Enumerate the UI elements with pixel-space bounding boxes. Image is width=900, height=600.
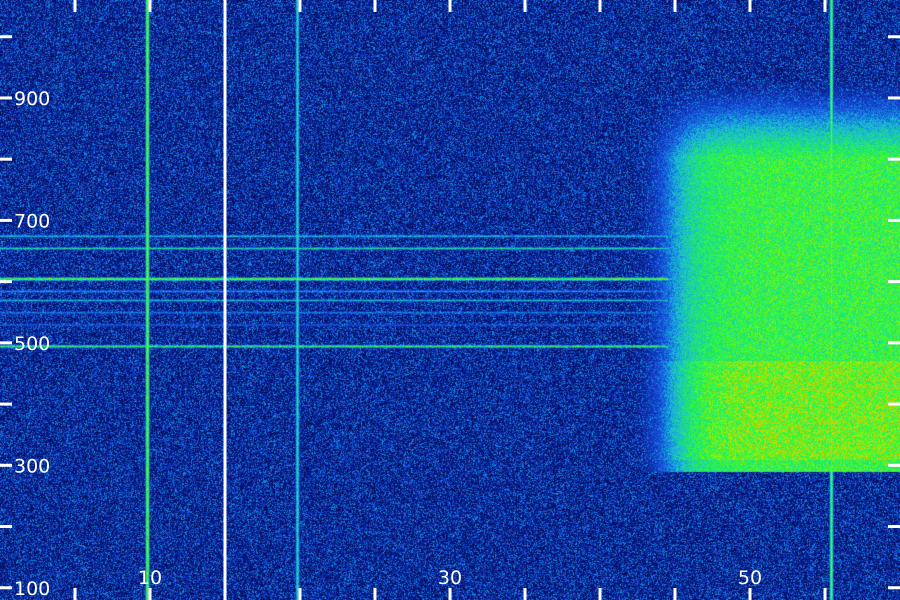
x-tick-label-50: 50 [738, 567, 762, 589]
y-tick-label-500: 500 [14, 333, 50, 355]
x-tick-label-10: 10 [138, 567, 162, 589]
spectrogram-chart: 10 30 50 100 300 500 700 900 [0, 0, 900, 600]
y-tick-label-700: 700 [14, 210, 50, 232]
y-tick-label-100: 100 [14, 578, 50, 600]
x-tick-label-30: 30 [438, 567, 462, 589]
y-tick-label-300: 300 [14, 455, 50, 477]
y-tick-label-900: 900 [14, 88, 50, 110]
chart-axes: 10 30 50 100 300 500 700 900 [0, 0, 900, 600]
